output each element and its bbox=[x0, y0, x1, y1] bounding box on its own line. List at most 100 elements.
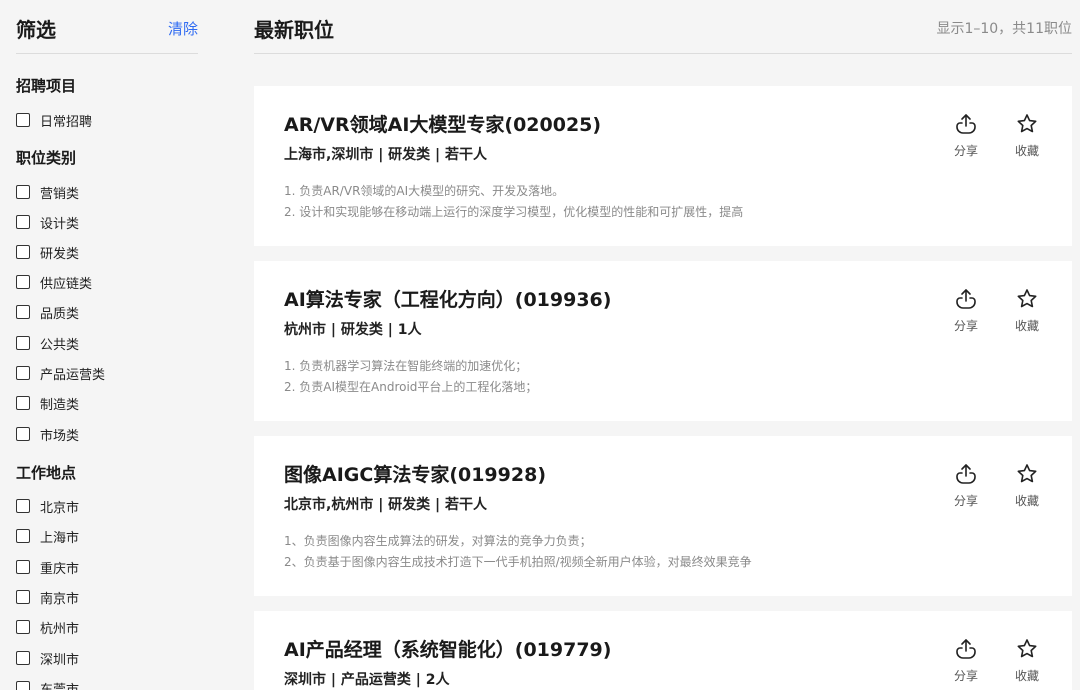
star-outline-icon bbox=[1017, 639, 1037, 658]
checkbox[interactable] bbox=[16, 499, 30, 513]
share-button[interactable]: 分享 bbox=[944, 287, 988, 334]
filter-header: 筛选 清除 bbox=[16, 12, 198, 54]
filter-option-daily-recruit[interactable]: 日常招聘 bbox=[16, 111, 93, 130]
share-label: 分享 bbox=[953, 669, 978, 683]
checkbox[interactable] bbox=[16, 185, 30, 199]
job-card[interactable]: 图像AIGC算法专家(019928) 北京市,杭州市 | 研发类 | 若干人 1… bbox=[254, 436, 1072, 596]
filter-title: 筛选 bbox=[16, 18, 56, 42]
job-description: 1、负责图像内容生成算法的研发，对算法的竞争力负责； 2、负责基于图像内容生成技… bbox=[284, 531, 752, 573]
job-title[interactable]: AI产品经理（系统智能化）(019779) bbox=[284, 635, 611, 662]
option-label: 设计类 bbox=[40, 216, 80, 232]
checkbox[interactable] bbox=[16, 681, 30, 690]
star-outline-icon bbox=[1017, 464, 1037, 483]
star-outline-icon bbox=[1017, 114, 1037, 133]
option-label: 北京市 bbox=[40, 500, 80, 516]
checkbox[interactable] bbox=[16, 336, 30, 350]
favorite-button[interactable]: 收藏 bbox=[1005, 287, 1049, 334]
clear-filters-link[interactable]: 清除 bbox=[168, 18, 198, 39]
share-icon bbox=[956, 114, 976, 134]
job-title[interactable]: 图像AIGC算法专家(019928) bbox=[284, 460, 546, 487]
star-outline-icon bbox=[1017, 289, 1037, 308]
filter-option-manufacturing[interactable]: 制造类 bbox=[16, 394, 79, 413]
job-card[interactable]: AI产品经理（系统智能化）(019779) 深圳市 | 产品运营类 | 2人 分… bbox=[254, 611, 1072, 690]
job-description-line: 1. 负责机器学习算法在智能终端的加速优化； bbox=[284, 359, 528, 373]
filter-option-marketing[interactable]: 营销类 bbox=[16, 183, 79, 202]
checkbox[interactable] bbox=[16, 366, 30, 380]
filter-option-dongguan[interactable]: 东莞市 bbox=[16, 679, 79, 690]
favorite-label: 收藏 bbox=[1014, 144, 1039, 158]
filter-option-quality[interactable]: 品质类 bbox=[16, 303, 80, 322]
option-label: 日常招聘 bbox=[40, 114, 93, 130]
option-label: 南京市 bbox=[40, 591, 80, 607]
share-icon bbox=[956, 289, 976, 309]
checkbox[interactable] bbox=[16, 427, 30, 441]
checkbox[interactable] bbox=[16, 305, 30, 319]
checkbox[interactable] bbox=[16, 590, 30, 604]
favorite-label: 收藏 bbox=[1014, 494, 1039, 508]
favorite-button[interactable]: 收藏 bbox=[1005, 112, 1049, 159]
option-label: 研发类 bbox=[40, 246, 80, 262]
checkbox[interactable] bbox=[16, 245, 30, 259]
favorite-button[interactable]: 收藏 bbox=[1005, 462, 1049, 509]
job-description-line: 1、负责图像内容生成算法的研发，对算法的竞争力负责； bbox=[284, 534, 592, 548]
option-label: 供应链类 bbox=[40, 276, 93, 292]
option-label: 重庆市 bbox=[40, 561, 80, 577]
favorite-label: 收藏 bbox=[1014, 669, 1039, 683]
option-label: 品质类 bbox=[40, 306, 80, 322]
share-label: 分享 bbox=[953, 494, 978, 508]
job-meta: 上海市,深圳市 | 研发类 | 若干人 bbox=[284, 147, 488, 163]
filter-option-hangzhou[interactable]: 杭州市 bbox=[16, 618, 80, 637]
filter-option-chongqing[interactable]: 重庆市 bbox=[16, 558, 80, 577]
option-label: 公共类 bbox=[40, 337, 80, 353]
job-meta: 杭州市 | 研发类 | 1人 bbox=[284, 322, 422, 338]
filter-option-nanjing[interactable]: 南京市 bbox=[16, 588, 80, 607]
option-label: 产品运营类 bbox=[40, 367, 106, 383]
share-button[interactable]: 分享 bbox=[944, 462, 988, 509]
option-label: 杭州市 bbox=[40, 621, 80, 637]
filter-option-public[interactable]: 公共类 bbox=[16, 334, 80, 353]
group-title-recruit-project: 招聘项目 bbox=[16, 77, 77, 95]
filter-option-shanghai[interactable]: 上海市 bbox=[16, 527, 80, 546]
group-title-job-category: 职位类别 bbox=[16, 149, 77, 167]
job-description: 1. 负责AR/VR领域的AI大模型的研究、开发及落地。 2. 设计和实现能够在… bbox=[284, 181, 743, 223]
job-description-line: 2、负责基于图像内容生成技术打造下一代手机拍照/视频全新用户体验，对最终效果竞争 bbox=[284, 555, 752, 569]
option-label: 深圳市 bbox=[40, 652, 80, 668]
checkbox[interactable] bbox=[16, 113, 30, 127]
favorite-label: 收藏 bbox=[1014, 319, 1039, 333]
job-card[interactable]: AI算法专家（工程化方向）(019936) 杭州市 | 研发类 | 1人 1. … bbox=[254, 261, 1072, 421]
share-button[interactable]: 分享 bbox=[944, 637, 988, 684]
page-title: 最新职位 bbox=[254, 18, 334, 42]
share-label: 分享 bbox=[953, 319, 978, 333]
favorite-button[interactable]: 收藏 bbox=[1005, 637, 1049, 684]
checkbox[interactable] bbox=[16, 275, 30, 289]
checkbox[interactable] bbox=[16, 215, 30, 229]
filter-option-design[interactable]: 设计类 bbox=[16, 213, 80, 232]
checkbox[interactable] bbox=[16, 396, 30, 410]
filter-sidebar: 筛选 清除 招聘项目 日常招聘 职位类别 营销类 设计类 研发类 供应链类 品质… bbox=[0, 0, 218, 690]
checkbox[interactable] bbox=[16, 651, 30, 665]
checkbox[interactable] bbox=[16, 620, 30, 634]
result-count: 显示1–10，共11职位 bbox=[936, 21, 1072, 37]
filter-option-product-ops[interactable]: 产品运营类 bbox=[16, 364, 106, 383]
job-description-line: 2. 负责AI模型在Android平台上的工程化落地； bbox=[284, 380, 538, 394]
share-icon bbox=[956, 639, 976, 659]
option-label: 东莞市 bbox=[40, 682, 80, 690]
job-title[interactable]: AI算法专家（工程化方向）(019936) bbox=[284, 285, 611, 312]
job-description-line: 1. 负责AR/VR领域的AI大模型的研究、开发及落地。 bbox=[284, 184, 565, 198]
job-title[interactable]: AR/VR领域AI大模型专家(020025) bbox=[284, 110, 601, 137]
checkbox[interactable] bbox=[16, 560, 30, 574]
checkbox[interactable] bbox=[16, 529, 30, 543]
filter-option-market[interactable]: 市场类 bbox=[16, 425, 79, 444]
filter-option-rnd[interactable]: 研发类 bbox=[16, 243, 80, 262]
filter-option-shenzhen[interactable]: 深圳市 bbox=[16, 649, 80, 668]
filter-option-beijing[interactable]: 北京市 bbox=[16, 497, 80, 516]
job-list-header: 最新职位 显示1–10，共11职位 bbox=[254, 12, 1072, 54]
job-meta: 北京市,杭州市 | 研发类 | 若干人 bbox=[284, 497, 488, 513]
share-button[interactable]: 分享 bbox=[944, 112, 988, 159]
option-label: 上海市 bbox=[40, 530, 80, 546]
share-icon bbox=[956, 464, 976, 484]
filter-option-supply-chain[interactable]: 供应链类 bbox=[16, 273, 93, 292]
job-description-line: 2. 设计和实现能够在移动端上运行的深度学习模型，优化模型的性能和可扩展性，提高 bbox=[284, 205, 744, 219]
job-card[interactable]: AR/VR领域AI大模型专家(020025) 上海市,深圳市 | 研发类 | 若… bbox=[254, 86, 1072, 246]
job-list-panel: 最新职位 显示1–10，共11职位 AR/VR领域AI大模型专家(020025)… bbox=[254, 0, 1072, 690]
